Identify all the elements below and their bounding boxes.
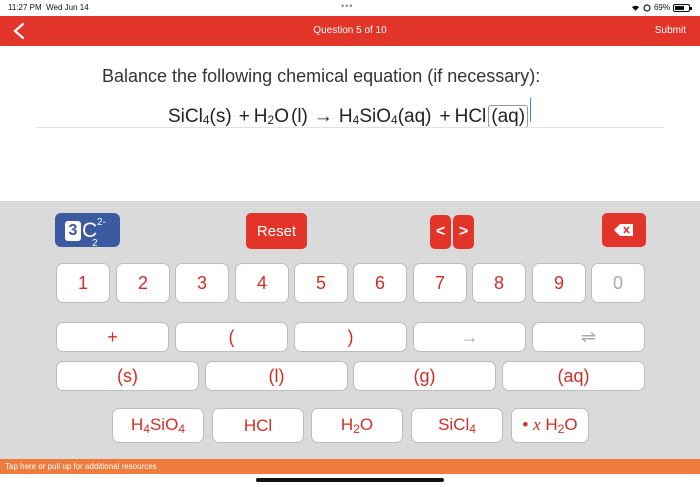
digit-key-0[interactable]: 0 (591, 263, 645, 303)
hydrate-key[interactable]: • x H2O (511, 408, 589, 443)
formula-key-hcl[interactable]: HCl (212, 408, 304, 443)
mode-digit: 3 (65, 221, 81, 241)
plus-sign: + (238, 106, 250, 127)
text-cursor (530, 98, 532, 122)
cursor-left-button[interactable]: < (430, 215, 451, 249)
battery-percent: 69% (653, 3, 670, 12)
divider (36, 127, 664, 128)
question-counter: Question 5 of 10 (313, 25, 387, 36)
chemistry-keyboard: 3C 2 2- Reset < > 1 2 3 4 5 6 7 8 9 0 + … (0, 201, 700, 459)
formula-key-h2o[interactable]: H2O (311, 408, 403, 443)
plus-key[interactable]: + (56, 322, 169, 352)
battery-fill (675, 5, 684, 10)
mode-superscript: 2- (97, 217, 106, 228)
mode-subscript: 2 (92, 238, 98, 249)
digit-key-1[interactable]: 1 (56, 263, 110, 303)
close-paren-key[interactable]: ) (294, 322, 407, 352)
plus-sign: + (439, 106, 451, 127)
equilibrium-arrow-key[interactable]: ⇌ (532, 322, 645, 352)
state-key-aqueous[interactable]: (aq) (502, 361, 645, 391)
digit-key-9[interactable]: 9 (532, 263, 586, 303)
state-key-gas[interactable]: (g) (353, 361, 496, 391)
reset-button[interactable]: Reset (246, 213, 307, 249)
digit-key-6[interactable]: 6 (353, 263, 407, 303)
battery-icon (673, 3, 692, 12)
cursor-nav: < > (430, 215, 474, 249)
digit-key-8[interactable]: 8 (472, 263, 526, 303)
status-bar: 11:27 PM Wed Jun 14 ••• 69% (0, 0, 700, 16)
digit-key-4[interactable]: 4 (235, 263, 289, 303)
digit-key-2[interactable]: 2 (116, 263, 170, 303)
status-date: Wed Jun 14 (46, 3, 89, 12)
reaction-arrow-key[interactable]: → (413, 322, 526, 352)
backspace-button[interactable] (602, 213, 646, 247)
open-paren-key[interactable]: ( (175, 322, 288, 352)
digit-key-7[interactable]: 7 (413, 263, 467, 303)
state-key-liquid[interactable]: (l) (205, 361, 348, 391)
home-indicator[interactable] (256, 478, 444, 482)
status-time: 11:27 PM (8, 3, 42, 12)
product-h4sio4: H4SiO4(aq) (338, 106, 432, 127)
backspace-icon (614, 224, 633, 236)
digit-key-3[interactable]: 3 (175, 263, 229, 303)
reactant-sicl4: SiCl4(s) (168, 106, 232, 127)
reactant-h2o: H2O (l) (253, 106, 308, 127)
submit-button[interactable]: Submit (655, 25, 686, 36)
status-indicators: 69% (631, 3, 692, 12)
reaction-arrow: → (313, 106, 333, 127)
state-key-solid[interactable]: (s) (56, 361, 199, 391)
keyboard-mode-button[interactable]: 3C 2 2- (55, 213, 120, 249)
question-prompt: Balance the following chemical equation … (102, 66, 541, 86)
wifi-icon (631, 5, 640, 11)
question-header: Question 5 of 10 Submit (0, 16, 700, 46)
cursor-right-button[interactable]: > (453, 215, 474, 249)
digit-key-5[interactable]: 5 (294, 263, 348, 303)
resources-pullup-bar[interactable]: Tap here or pull up for additional resou… (0, 459, 700, 474)
formula-key-sicl4[interactable]: SiCl4 (411, 408, 503, 443)
home-indicator-area (0, 474, 700, 487)
formula-key-h4sio4[interactable]: H4SiO4 (112, 408, 204, 443)
answer-input-box[interactable]: (aq) (488, 105, 529, 128)
multitasking-dots-icon[interactable]: ••• (341, 1, 353, 11)
product-hcl: HCl (aq) (455, 105, 529, 128)
location-icon (643, 3, 651, 12)
chemical-equation: SiCl4(s) + H2O (l) → H4SiO4(aq) + HCl (aq) (168, 98, 532, 128)
status-time-date: 11:27 PM Wed Jun 14 (8, 3, 89, 12)
